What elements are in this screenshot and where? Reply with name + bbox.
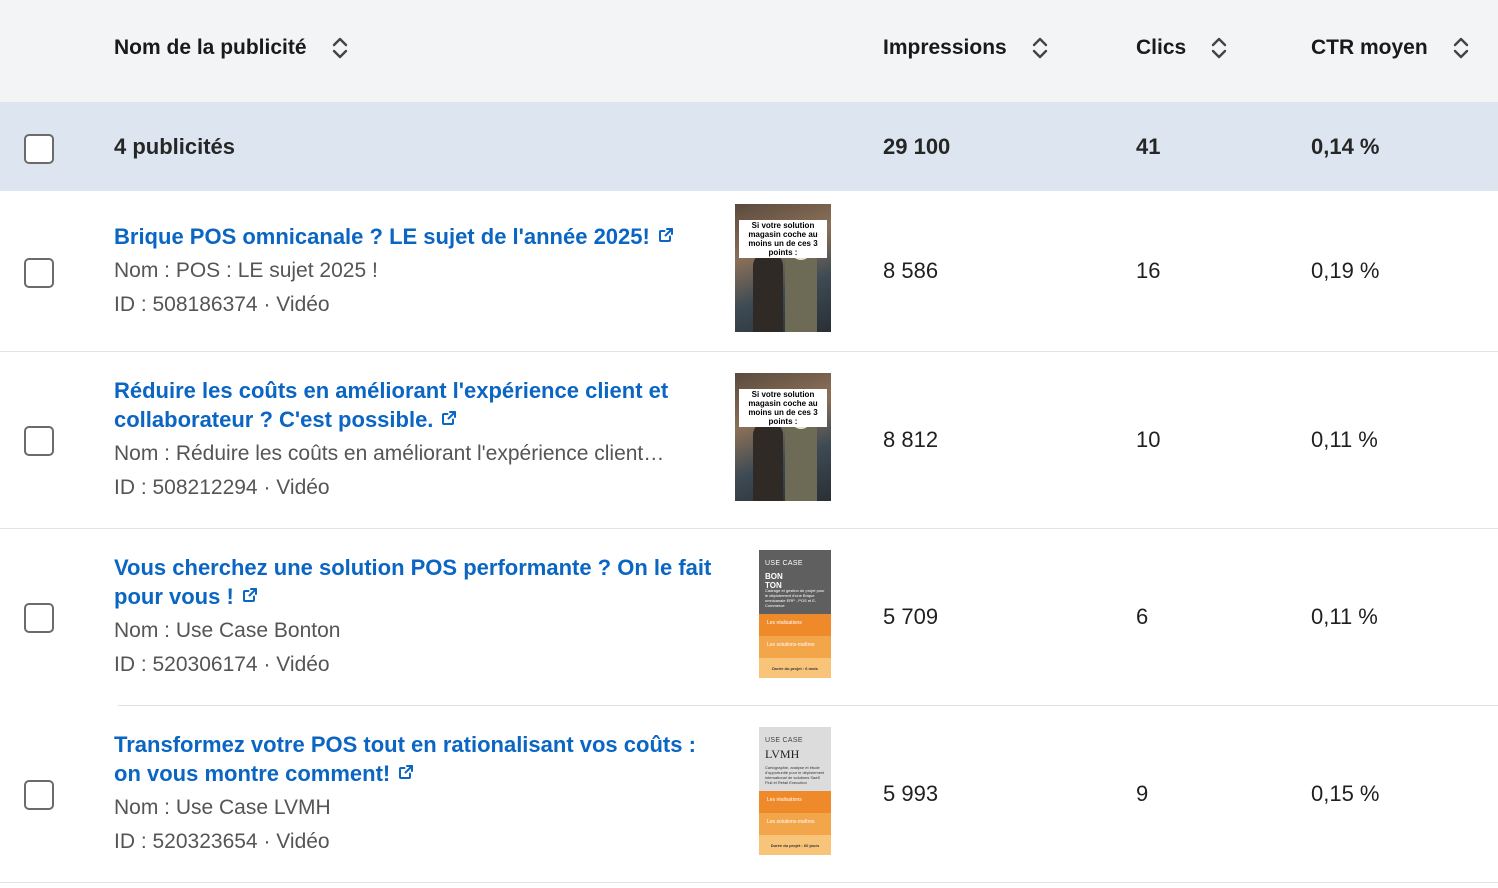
- external-link-icon: [242, 582, 258, 610]
- summary-impressions: 29 100: [883, 134, 951, 159]
- ad-title-link[interactable]: Brique POS omnicanale ? LE sujet de l'an…: [114, 222, 714, 251]
- ad-thumbnail[interactable]: USE CASE LVMH Cartographie, analyse et é…: [759, 727, 831, 855]
- row-impressions: 5 993: [883, 781, 939, 806]
- ad-thumbnail[interactable]: Si votre solution magasin coche au moins…: [735, 204, 831, 332]
- column-header-label: CTR moyen: [1311, 36, 1428, 59]
- ad-id: ID : 508186374 · Vidéo: [114, 293, 330, 316]
- ad-title-link[interactable]: Transformez votre POS tout en rationalis…: [114, 731, 714, 788]
- table-row: Transformez votre POS tout en rationalis…: [0, 706, 1498, 882]
- ad-name: Nom : POS : LE sujet 2025 !: [114, 259, 378, 282]
- thumbnail-band-text: Les réalisations: [767, 797, 802, 803]
- sort-icon[interactable]: [331, 36, 349, 60]
- thumbnail-person-shape: [753, 252, 783, 332]
- ad-name: Nom : Use Case Bonton: [114, 619, 341, 642]
- summary-clicks: 41: [1136, 134, 1161, 159]
- column-header-ad-name[interactable]: Nom de la publicité: [114, 36, 349, 60]
- thumbnail-text: Cadrage et gestion de projet pour le dép…: [765, 588, 825, 608]
- row-ctr: 0,19 %: [1311, 258, 1380, 283]
- sort-icon[interactable]: [1452, 36, 1470, 60]
- ad-title-link[interactable]: Vous cherchez une solution POS performan…: [114, 554, 714, 611]
- column-header-label: Clics: [1136, 36, 1187, 59]
- ad-id: ID : 520306174 · Vidéo: [114, 653, 330, 676]
- ad-thumbnail[interactable]: Si votre solution magasin coche au moins…: [735, 373, 831, 501]
- thumbnail-band-text: Les réalisations: [767, 620, 802, 626]
- row-ctr: 0,11 %: [1311, 604, 1378, 629]
- thumbnail-label: USE CASE: [765, 737, 803, 744]
- sort-icon[interactable]: [1031, 36, 1049, 60]
- ad-title-text: Brique POS omnicanale ? LE sujet de l'an…: [114, 224, 650, 249]
- row-divider: [0, 882, 1498, 883]
- ad-thumbnail[interactable]: USE CASE BON TON Cadrage et gestion de p…: [759, 550, 831, 678]
- external-link-icon: [441, 405, 457, 433]
- row-clicks: 16: [1136, 258, 1161, 283]
- ad-title-text: Réduire les coûts en améliorant l'expéri…: [114, 378, 669, 432]
- ad-title-link[interactable]: Réduire les coûts en améliorant l'expéri…: [114, 377, 714, 434]
- thumbnail-footer: Durée du projet : 60 jours: [770, 843, 820, 848]
- thumbnail-band-text: Les solutions-maîtres: [767, 642, 815, 648]
- row-checkbox[interactable]: [24, 603, 54, 633]
- column-header-label: Nom de la publicité: [114, 36, 307, 59]
- summary-label: 4 publicités: [114, 134, 236, 159]
- external-link-icon: [398, 759, 414, 787]
- thumbnail-text: Cartographie, analyse et étude d'opportu…: [765, 765, 825, 785]
- thumbnail-caption: Si votre solution magasin coche au moins…: [739, 389, 827, 427]
- row-clicks: 9: [1136, 781, 1149, 806]
- row-checkbox[interactable]: [24, 426, 54, 456]
- thumbnail-band-text: Les solutions-maîtres: [767, 819, 815, 825]
- thumbnail-caption: Si votre solution magasin coche au moins…: [739, 220, 827, 258]
- summary-row: 4 publicités 29 100 41 0,14 %: [0, 102, 1498, 191]
- table-row: Réduire les coûts en améliorant l'expéri…: [0, 352, 1498, 528]
- table-header: Nom de la publicité Impressions Clics CT…: [0, 0, 1498, 102]
- column-header-label: Impressions: [883, 36, 1007, 59]
- ad-id: ID : 520323654 · Vidéo: [114, 830, 330, 853]
- ads-table: Nom de la publicité Impressions Clics CT…: [0, 0, 1498, 888]
- ad-name: Nom : Réduire les coûts en améliorant l'…: [114, 442, 665, 465]
- row-clicks: 6: [1136, 604, 1149, 629]
- row-impressions: 8 586: [883, 258, 939, 283]
- column-header-ctr[interactable]: CTR moyen: [1311, 36, 1470, 60]
- row-clicks: 10: [1136, 427, 1161, 452]
- select-all-checkbox[interactable]: [24, 134, 54, 164]
- external-link-icon: [658, 222, 674, 250]
- column-header-clicks[interactable]: Clics: [1136, 36, 1228, 60]
- thumbnail-brand: LVMH: [765, 747, 800, 761]
- sort-icon[interactable]: [1210, 36, 1228, 60]
- table-row: Brique POS omnicanale ? LE sujet de l'an…: [0, 191, 1498, 351]
- thumbnail-footer: Durée du projet : 6 mois: [772, 666, 818, 671]
- row-checkbox[interactable]: [24, 258, 54, 288]
- column-header-impressions[interactable]: Impressions: [883, 36, 1049, 60]
- ad-title-text: Vous cherchez une solution POS performan…: [114, 555, 712, 609]
- ad-name: Nom : Use Case LVMH: [114, 796, 331, 819]
- row-impressions: 8 812: [883, 427, 939, 452]
- row-ctr: 0,15 %: [1311, 781, 1380, 806]
- ad-id: ID : 508212294 · Vidéo: [114, 476, 330, 499]
- thumbnail-label: USE CASE: [765, 560, 803, 567]
- summary-ctr: 0,14 %: [1311, 134, 1380, 159]
- row-ctr: 0,11 %: [1311, 427, 1378, 452]
- thumbnail-person-shape: [753, 421, 783, 501]
- row-impressions: 5 709: [883, 604, 939, 629]
- row-checkbox[interactable]: [24, 780, 54, 810]
- table-row: Vous cherchez une solution POS performan…: [0, 529, 1498, 705]
